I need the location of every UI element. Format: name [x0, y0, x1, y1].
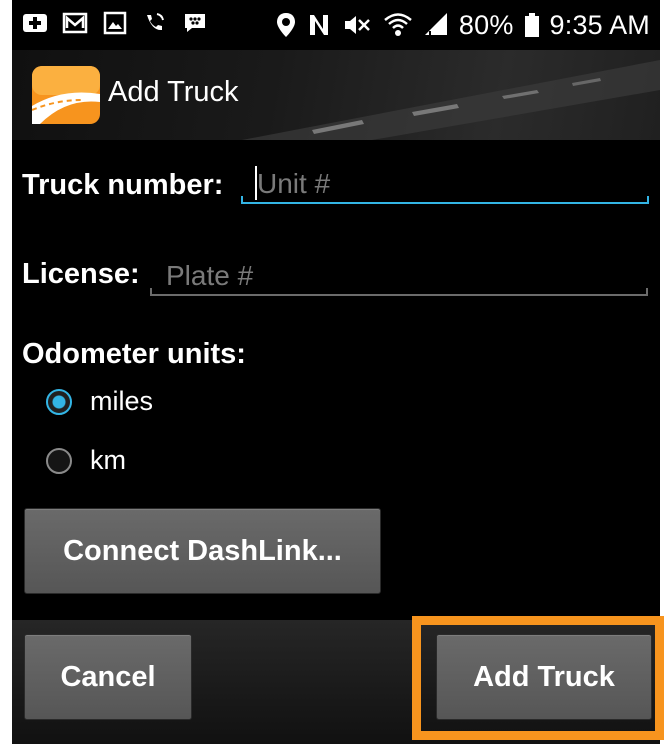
action-bar-title: Add Truck — [108, 76, 239, 108]
connect-dashlink-button[interactable]: Connect DashLink... — [24, 508, 381, 594]
wifi-icon — [384, 13, 412, 36]
license-label: License: — [22, 258, 140, 290]
signal-icon — [424, 13, 447, 35]
blackberry-icon — [185, 14, 205, 32]
road-logo-icon[interactable] — [32, 66, 100, 124]
radio-miles-indicator — [46, 388, 72, 415]
truck-number-label: Truck number: — [22, 169, 224, 201]
license-input[interactable]: Plate # — [150, 256, 648, 296]
cancel-button[interactable]: Cancel — [24, 634, 192, 720]
notification-icons — [22, 10, 208, 36]
battery-percent: 80% — [458, 9, 514, 40]
license-placeholder: Plate # — [166, 260, 254, 291]
clock: 9:35 AM — [549, 9, 650, 40]
radio-miles[interactable]: miles — [46, 386, 153, 417]
radio-miles-label: miles — [90, 386, 154, 416]
highlight-annotation — [412, 616, 664, 740]
voicemail-icon — [147, 13, 164, 31]
nfc-icon — [309, 15, 328, 35]
truck-number-placeholder: Unit # — [257, 168, 331, 199]
plus-box-icon — [23, 14, 47, 32]
radio-km-indicator — [46, 447, 72, 474]
status-bar: 80% 9:35 AM — [12, 0, 660, 50]
image-icon — [103, 11, 127, 35]
radio-km[interactable]: km — [46, 445, 126, 476]
action-bar: Add Truck — [12, 50, 660, 140]
gmail-icon — [62, 12, 88, 34]
odometer-units-label: Odometer units: — [22, 338, 246, 370]
system-icons: 80% 9:35 AM — [275, 0, 650, 50]
radio-km-label: km — [90, 445, 126, 475]
truck-number-input[interactable]: Unit # — [241, 164, 649, 204]
battery-icon — [524, 13, 539, 37]
mute-icon — [344, 16, 370, 34]
location-icon — [276, 13, 295, 37]
